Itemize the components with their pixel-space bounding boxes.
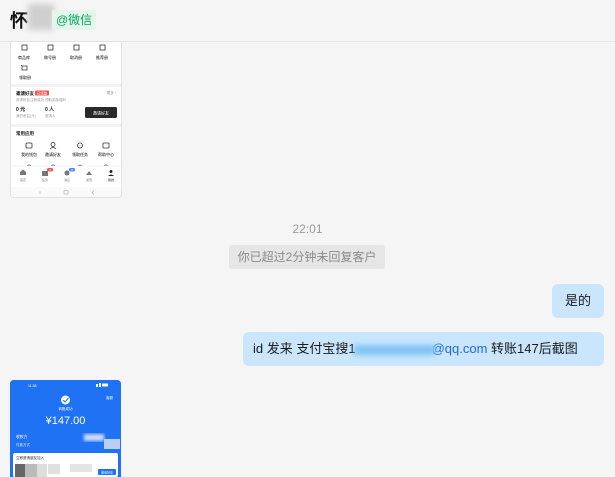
app-label-2: 邀请好友: [45, 151, 61, 157]
stat2-value: 0 人: [45, 106, 55, 113]
invite-cta-label: 邀请好友: [101, 470, 113, 475]
invite-section: 立即邀请朋友加入: [16, 455, 44, 460]
app-screenshot: 商品库 做号册 取消册 推荐册 领取册 邀请好友 已领取 更多 › 邀请好友注册…: [11, 42, 121, 197]
grid-label-2: 做号册: [44, 54, 56, 60]
profile-icon: [109, 170, 113, 173]
promo-more: 更多 ›: [107, 90, 117, 95]
grid-label-1: 商品库: [18, 54, 30, 60]
nav-task: 任务: [42, 177, 48, 182]
nav-discover: 发现: [86, 177, 92, 182]
redacted-recipient-blur: [84, 434, 104, 441]
message-icon: [64, 170, 70, 176]
wechat-tag: @微信: [52, 10, 97, 30]
email-link[interactable]: @qq.com: [432, 341, 488, 356]
status-time: 11:38: [28, 384, 37, 388]
row2-label: 付款方式: [16, 442, 30, 447]
message-bubble-yes[interactable]: 是的: [552, 284, 604, 318]
chat-header: 怀 @微信: [0, 0, 615, 42]
promo-badge: 已领取: [37, 91, 48, 96]
promo-title: 邀请好友: [16, 90, 34, 97]
row1-label: 收款方: [16, 434, 28, 439]
redacted-name-blur: [28, 4, 54, 30]
nav-message: 消息: [64, 177, 70, 182]
system-notice: 你已超过2分钟未回复客户: [229, 245, 385, 269]
help-link: 客服: [106, 395, 113, 400]
payment-screenshot: 11:38 客服 转账成功 ¥147.00 收款方 付款方式 立即邀请朋友加入 …: [10, 380, 121, 477]
grid-label-3: 取消册: [70, 54, 82, 60]
success-icon: [61, 395, 70, 405]
image-message-app-screenshot[interactable]: 商品库 做号册 取消册 推荐册 领取册 邀请好友 已领取 更多 › 邀请好友注册…: [10, 42, 122, 198]
app-label-4: 帮助中心: [98, 151, 114, 157]
stat2-label: 邀请人: [45, 113, 56, 118]
message-bubble-instructions[interactable]: id 发来 支付宝搜1 @qq.com 转账147后截图: [243, 332, 604, 366]
app-label-3: 领取任务: [72, 151, 88, 157]
invite-button-label: 邀请好友: [93, 110, 109, 116]
message-text-before: id 发来 支付宝搜1: [253, 341, 356, 356]
nav-profile: 我的: [108, 177, 114, 182]
grid-label-4: 推荐册: [96, 54, 108, 60]
app-label-1: 我的钱包: [21, 151, 37, 157]
avatar-blur-1: [15, 464, 25, 477]
task-nav-icon: [42, 171, 48, 176]
redacted-email-blur: [353, 344, 436, 355]
section-title: 常用应用: [16, 130, 34, 137]
image-message-payment-screenshot[interactable]: 11:38 客服 转账成功 ¥147.00 收款方 付款方式 立即邀请朋友加入 …: [10, 380, 121, 477]
grid-label-5: 领取册: [19, 74, 31, 80]
transfer-title: 转账成功: [59, 406, 73, 411]
chat-timestamp: 22:01: [292, 222, 323, 236]
stat1-value: 0 元: [16, 106, 25, 113]
transfer-amount: ¥147.00: [45, 415, 86, 427]
contact-name[interactable]: 怀: [10, 7, 28, 33]
redacted-blur-right: [104, 439, 120, 449]
message-text-after: 转账147后截图: [487, 341, 578, 356]
nav-home: 首页: [20, 177, 26, 182]
promo-sub: 邀请好友注册成功 领取奖励福利: [16, 97, 66, 102]
stat1-label: 我的收益(元): [16, 113, 36, 118]
